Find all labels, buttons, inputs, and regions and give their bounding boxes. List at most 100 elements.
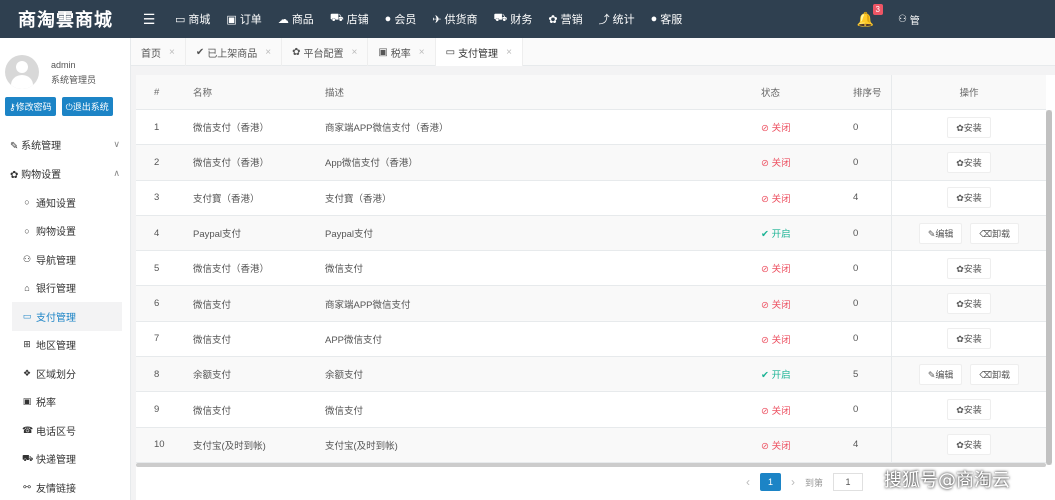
sidebar-section-label: 购物设置: [21, 170, 62, 181]
ban-icon: ⊘: [761, 264, 772, 276]
topbar-user-menu[interactable]: ⚇ 管: [890, 0, 1055, 40]
install-button[interactable]: ✿安装: [947, 151, 991, 173]
cell-desc: App微信支付（香港）: [325, 158, 418, 170]
table-row: 10 支付宝(及时到帐) 支付宝(及时到帐) ⊘ 关闭 4 ✿安装: [136, 427, 1046, 463]
nav-item-label: 订单: [239, 14, 262, 26]
chevron-up-icon: ∧: [113, 168, 120, 178]
install-button[interactable]: ✿安装: [947, 116, 991, 138]
edit-button[interactable]: ✎编辑: [918, 222, 963, 244]
scrollbar-thumb[interactable]: [1046, 110, 1052, 465]
sidebar-item-7[interactable]: ▣ 税率: [0, 388, 130, 417]
cell-sort: 0: [853, 227, 859, 239]
nav-item-4[interactable]: ● 会员: [377, 0, 425, 38]
sidebar-item-6[interactable]: ❖ 区域划分: [0, 359, 130, 388]
cell-status: ⊘ 关闭: [761, 297, 853, 311]
uninstall-button[interactable]: ⌫卸载: [970, 222, 1020, 244]
cell-op: ✿安装: [891, 321, 1046, 357]
cell-no: 3: [154, 192, 160, 204]
goto-page-input[interactable]: 1: [833, 473, 864, 491]
menu-toggle-icon[interactable]: ☰: [131, 11, 167, 28]
install-button-label: 安装: [963, 405, 982, 416]
change-password-label: 修改密码: [15, 102, 52, 112]
cell-op: ✿安装: [891, 110, 1046, 145]
cell-desc: 微信支付: [325, 264, 364, 276]
table-row: 8 余额支付 余额支付 ✔ 开启 5 ✎编辑 ⌫卸载: [136, 357, 1046, 393]
sidebar-item-10[interactable]: ⚯ 友情链接: [0, 473, 130, 500]
sidebar-item-8[interactable]: ☎ 电话区号: [0, 416, 130, 445]
tab-0[interactable]: 首页 ×: [131, 38, 186, 66]
nav-item-1[interactable]: ▣ 订单: [218, 0, 269, 38]
logout-button[interactable]: ⏻退出系统: [61, 97, 113, 116]
sidebar-item-0[interactable]: ○ 通知设置: [0, 188, 130, 217]
status-badge: 关闭: [771, 405, 791, 417]
tab-icon: ✔: [195, 46, 205, 58]
sidebar-item-label: 导航管理: [36, 255, 76, 267]
vertical-scrollbar[interactable]: [1046, 110, 1052, 465]
sidebar-item-1[interactable]: ○ 购物设置: [0, 217, 130, 246]
cell-sort: 5: [853, 368, 859, 380]
close-icon[interactable]: ×: [419, 47, 425, 58]
install-button[interactable]: ✿安装: [947, 257, 991, 279]
user-icon: ⚇: [898, 13, 910, 25]
cell-desc: 微信支付: [325, 405, 364, 417]
cell-sort: 0: [853, 121, 859, 133]
current-page-button[interactable]: 1: [760, 473, 782, 491]
nav-item-label: 商城: [188, 14, 211, 26]
sidebar-item-9[interactable]: ⛟ 快递管理: [0, 445, 130, 474]
tab-icon: ▭: [445, 46, 456, 58]
cell-status: ⊘ 关闭: [761, 438, 853, 452]
uninstall-button[interactable]: ⌫卸载: [970, 363, 1020, 385]
close-icon[interactable]: ×: [506, 47, 512, 58]
truck-icon: ⛟: [22, 452, 34, 463]
install-button[interactable]: ✿安装: [947, 187, 991, 209]
sidebar-item-5[interactable]: ⊞ 地区管理: [0, 331, 130, 360]
logout-label: 退出系统: [72, 102, 109, 112]
nav-item-label: 会员: [394, 14, 417, 26]
gear-icon: ✿: [956, 122, 964, 133]
sidebar-item-4[interactable]: ▭ 支付管理: [12, 302, 122, 331]
tab-2[interactable]: ✿ 平台配置 ×: [282, 38, 369, 66]
sidebar-item-2[interactable]: ⚇ 导航管理: [0, 245, 130, 274]
cell-op: ✿安装: [891, 427, 1046, 462]
sidebar-section-system[interactable]: ✎ 系统管理 ∨: [0, 130, 130, 159]
cell-desc: 商家端APP微信支付（香港）: [325, 123, 449, 135]
uninstall-button-label: 卸载: [992, 228, 1011, 239]
nav-item-2[interactable]: ☁ 商品: [270, 0, 322, 38]
next-page-icon[interactable]: ›: [791, 475, 795, 489]
nav-item-9[interactable]: ● 客服: [643, 0, 691, 38]
nav-item-8[interactable]: ⤴ 统计: [591, 0, 643, 38]
bell-icon[interactable]: 🔔 3: [857, 3, 883, 28]
payment-table: # 名称 描述 状态 排序号 操作 1 微信支付（香港） 商家端APP微信支付（香港…: [136, 75, 1046, 463]
nav-item-0[interactable]: ▭ 商城: [167, 0, 218, 38]
edit-button[interactable]: ✎编辑: [918, 363, 963, 385]
install-button[interactable]: ✿安装: [947, 434, 991, 456]
cell-no: 1: [154, 121, 160, 133]
nav-item-7[interactable]: ✿ 营销: [540, 0, 590, 38]
prev-page-icon[interactable]: ‹: [746, 475, 750, 489]
close-icon[interactable]: ×: [265, 47, 271, 58]
cell-sort: 0: [853, 404, 859, 416]
nav-item-5[interactable]: ✈ 供货商: [424, 0, 485, 38]
status-badge: 关闭: [771, 440, 791, 452]
nav-item-6[interactable]: ⛟ 财务: [486, 0, 541, 38]
table-row: 4 Paypal支付 Paypal支付 ✔ 开启 0 ✎编辑 ⌫卸载: [136, 215, 1046, 252]
sidebar-section-shopping[interactable]: ✿ 购物设置 ∧: [0, 159, 130, 188]
install-button[interactable]: ✿安装: [947, 399, 991, 421]
change-password-button[interactable]: ⚷修改密码: [5, 97, 56, 116]
install-button[interactable]: ✿安装: [947, 293, 991, 315]
close-icon[interactable]: ×: [351, 47, 357, 58]
brand-logo[interactable]: 商淘雲商城: [0, 0, 131, 38]
tab-3[interactable]: ▣ 税率 ×: [368, 38, 436, 66]
cell-op: ✿安装: [891, 392, 1046, 427]
nav-item-3[interactable]: ⛟ 店铺: [322, 0, 377, 38]
sidebar-item-3[interactable]: ⌂ 银行管理: [0, 274, 130, 303]
install-button[interactable]: ✿安装: [947, 328, 991, 350]
sidebar-section-label: 系统管理: [21, 141, 62, 152]
cell-status: ⊘ 关闭: [761, 191, 853, 205]
ban-icon: ⊘: [761, 123, 772, 135]
tab-4[interactable]: ▭ 支付管理 ×: [435, 38, 523, 66]
circle-icon: ○: [24, 197, 30, 208]
wrench-icon: ✎: [10, 141, 19, 152]
tab-1[interactable]: ✔ 已上架商品 ×: [186, 38, 283, 66]
close-icon[interactable]: ×: [169, 47, 175, 58]
